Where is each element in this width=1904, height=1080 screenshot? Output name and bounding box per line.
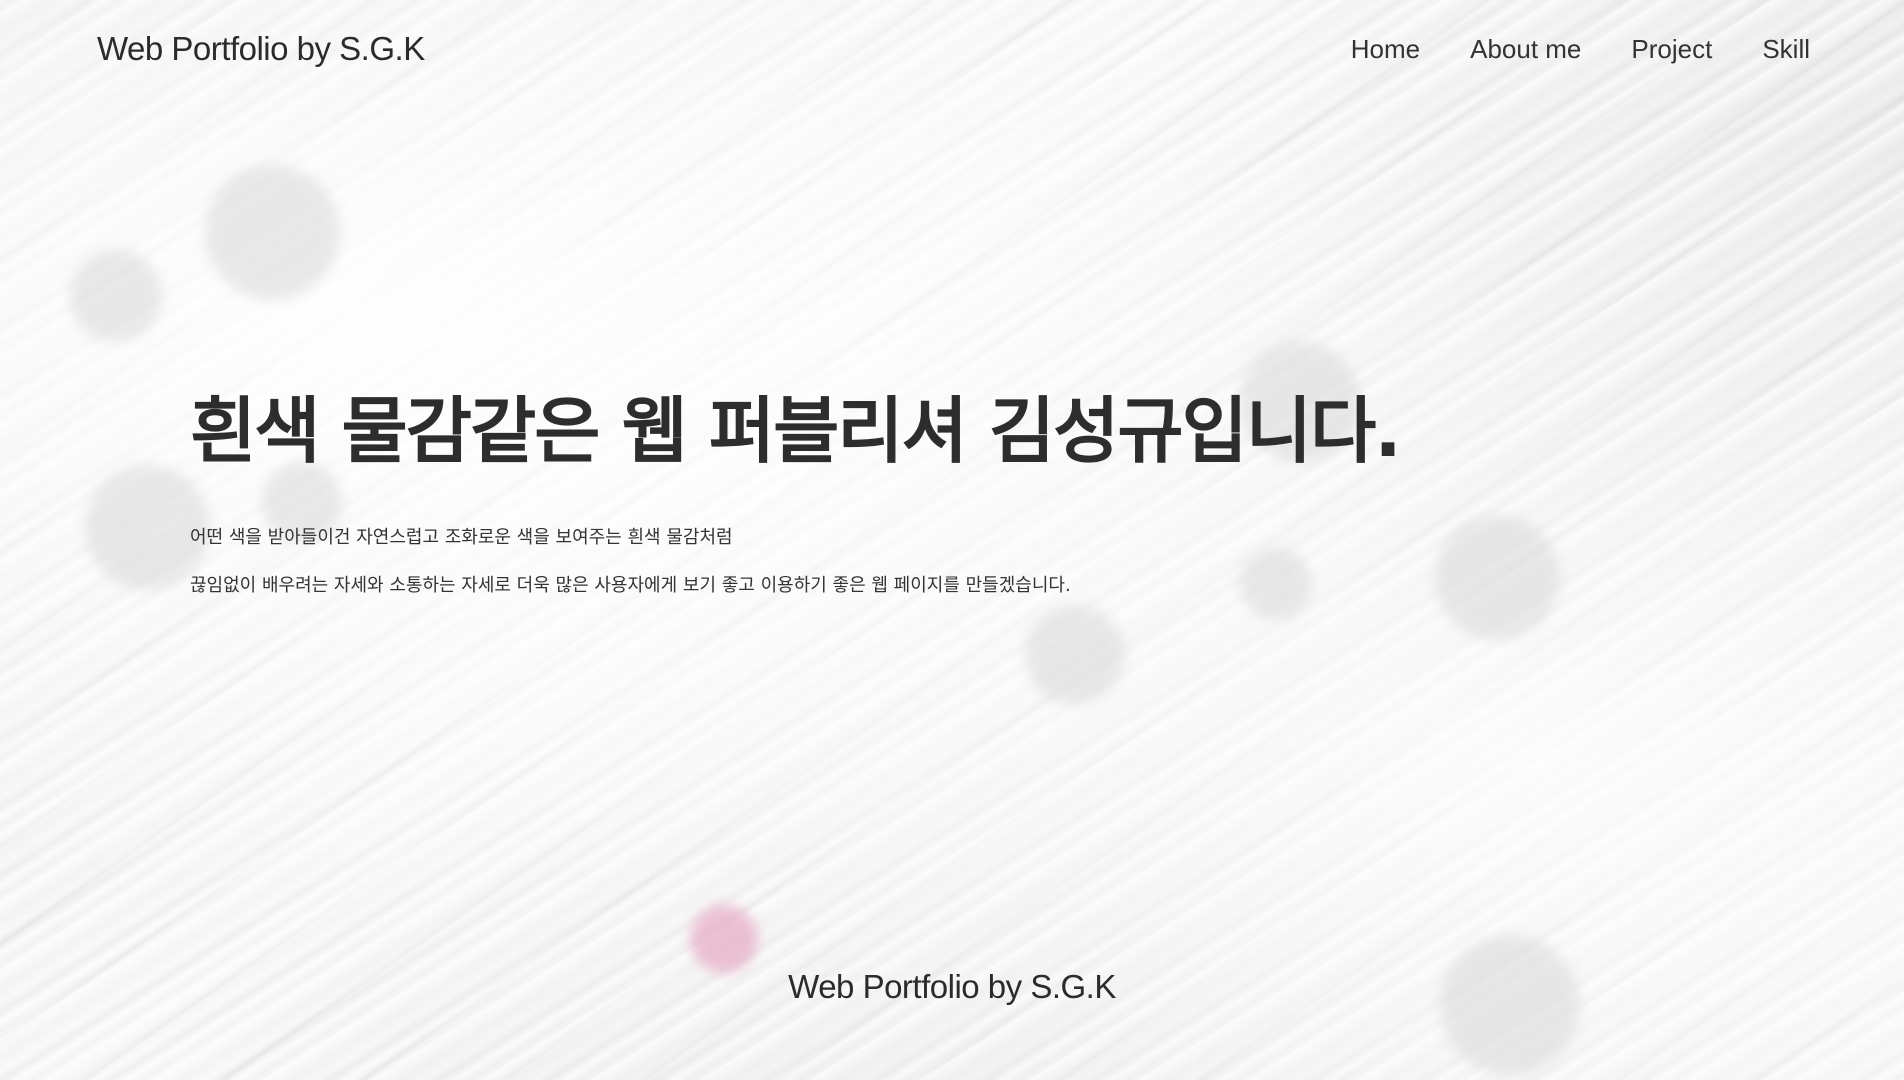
main-nav: Home About me Project Skill <box>1351 34 1810 65</box>
hero-section: 흰색 물감같은 웹 퍼블리셔 김성규입니다. 어떤 색을 받아들이건 자연스럽고… <box>190 372 1402 597</box>
decor-blob <box>1025 605 1125 705</box>
site-footer: Web Portfolio by S.G.K <box>0 968 1904 1006</box>
site-logo[interactable]: Web Portfolio by S.G.K <box>97 30 425 68</box>
hero-title: 흰색 물감같은 웹 퍼블리셔 김성규입니다. <box>190 389 1402 473</box>
hero-description-line-1: 어떤 색을 받아들이건 자연스럽고 조화로운 색을 보여주는 흰색 물감처럼 <box>190 527 733 548</box>
nav-about-link[interactable]: About me <box>1470 34 1581 65</box>
decor-blob <box>70 250 162 342</box>
hero-description-line-2: 끊임없이 배우려는 자세와 소통하는 자세로 더욱 많은 사용자에게 보기 좋고… <box>190 575 1071 596</box>
decor-blob <box>205 165 340 300</box>
decor-blob-pink <box>690 905 758 973</box>
nav-skill-link[interactable]: Skill <box>1762 34 1810 65</box>
nav-home-link[interactable]: Home <box>1351 34 1420 65</box>
footer-text: Web Portfolio by S.G.K <box>788 968 1116 1005</box>
decor-blob <box>1435 515 1560 640</box>
nav-project-link[interactable]: Project <box>1631 34 1712 65</box>
site-header: Web Portfolio by S.G.K Home About me Pro… <box>0 0 1904 100</box>
